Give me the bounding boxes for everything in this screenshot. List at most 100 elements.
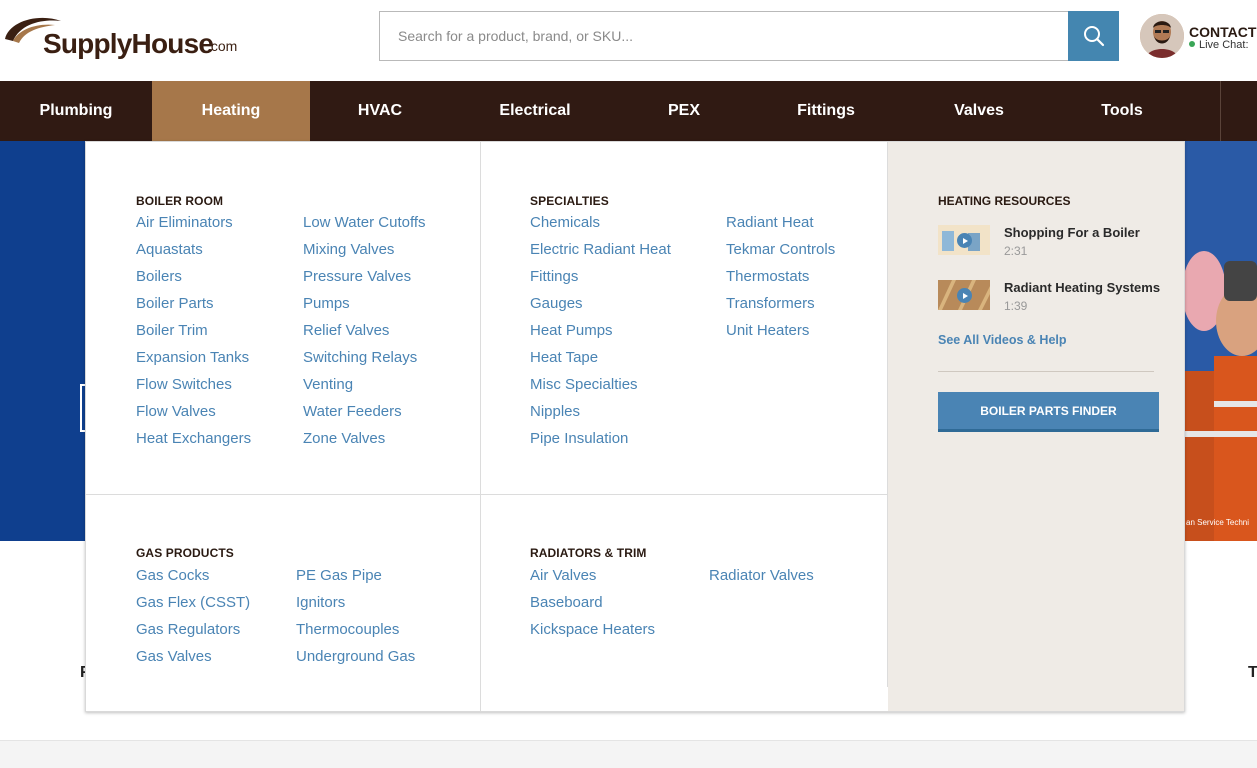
radiators-col-2: Radiator Valves — [709, 562, 814, 589]
menu-link[interactable]: Pressure Valves — [303, 263, 426, 290]
divider — [938, 371, 1154, 372]
nav-item-hvac[interactable]: HVAC — [310, 81, 450, 141]
gas-products-col-1: Gas Cocks Gas Flex (CSST) Gas Regulators… — [136, 562, 250, 670]
menu-link[interactable]: Heat Pumps — [530, 317, 671, 344]
nav-item-plumbing[interactable]: Plumbing — [0, 81, 152, 141]
gas-products-col-2: PE Gas Pipe Ignitors Thermocouples Under… — [296, 562, 415, 670]
menu-link[interactable]: Fittings — [530, 263, 671, 290]
nav-item-electrical[interactable]: Electrical — [450, 81, 620, 141]
menu-link[interactable]: Zone Valves — [303, 425, 426, 452]
contact-widget[interactable]: CONTACT & Live Chat: — [1140, 14, 1257, 60]
menu-link[interactable]: Expansion Tanks — [136, 344, 251, 371]
menu-link[interactable]: PE Gas Pipe — [296, 562, 415, 589]
nav-item-pex[interactable]: PEX — [620, 81, 748, 141]
menu-link[interactable]: Chemicals — [530, 209, 671, 236]
footer-strip — [0, 740, 1257, 768]
resources-title: HEATING RESOURCES — [938, 194, 1071, 208]
menu-link[interactable]: Venting — [303, 371, 426, 398]
menu-link[interactable]: Baseboard — [530, 589, 655, 616]
boiler-parts-finder-button[interactable]: BOILER PARTS FINDER — [938, 392, 1159, 432]
menu-link[interactable]: Kickspace Heaters — [530, 616, 655, 643]
logo-suffix: .com — [207, 38, 238, 54]
nav-item-fittings[interactable]: Fittings — [748, 81, 904, 141]
hero-caption: an Service Techni — [1186, 518, 1249, 527]
menu-link[interactable]: Relief Valves — [303, 317, 426, 344]
nav-item-heating[interactable]: Heating — [152, 81, 310, 141]
heating-resources-panel: HEATING RESOURCES Shopping For a Boiler … — [888, 142, 1184, 711]
specialties-col-1: Chemicals Electric Radiant Heat Fittings… — [530, 209, 671, 452]
boiler-room-col-1: Air Eliminators Aquastats Boilers Boiler… — [136, 209, 251, 452]
menu-link[interactable]: Boiler Trim — [136, 317, 251, 344]
avatar — [1140, 14, 1184, 58]
search-input[interactable] — [380, 12, 1069, 60]
menu-link[interactable]: Aquastats — [136, 236, 251, 263]
menu-link[interactable]: Gauges — [530, 290, 671, 317]
menu-link[interactable]: Flow Switches — [136, 371, 251, 398]
video-shopping-for-a-boiler[interactable]: Shopping For a Boiler 2:31 — [938, 225, 1168, 265]
menu-link[interactable]: Switching Relays — [303, 344, 426, 371]
heating-mega-menu: HEATING RESOURCES Shopping For a Boiler … — [85, 141, 1185, 712]
search-bar — [379, 11, 1119, 61]
category-label-fragment: T — [1248, 664, 1257, 681]
menu-link[interactable]: Thermocouples — [296, 616, 415, 643]
menu-link[interactable]: Misc Specialties — [530, 371, 671, 398]
hero-photo — [1182, 141, 1257, 541]
nav-item-valves[interactable]: Valves — [904, 81, 1054, 141]
logo[interactable]: SupplyHouse .com — [3, 13, 243, 63]
divider — [86, 494, 888, 495]
menu-link[interactable]: Thermostats — [726, 263, 835, 290]
menu-link[interactable]: Ignitors — [296, 589, 415, 616]
menu-link[interactable]: Flow Valves — [136, 398, 251, 425]
specialties-col-2: Radiant Heat Tekmar Controls Thermostats… — [726, 209, 835, 344]
menu-link[interactable]: Mixing Valves — [303, 236, 426, 263]
menu-link[interactable]: Boilers — [136, 263, 251, 290]
play-icon — [957, 288, 972, 303]
section-title-radiators-trim: RADIATORS & TRIM — [530, 546, 647, 560]
menu-link[interactable]: Low Water Cutoffs — [303, 209, 426, 236]
menu-link[interactable]: Nipples — [530, 398, 671, 425]
video-radiant-heating-systems[interactable]: Radiant Heating Systems 1:39 — [938, 280, 1168, 320]
live-chat-status: Live Chat: — [1189, 39, 1249, 51]
menu-link[interactable]: Gas Cocks — [136, 562, 250, 589]
menu-link[interactable]: Gas Valves — [136, 643, 250, 670]
nav-item-tools[interactable]: Tools — [1054, 81, 1190, 141]
online-dot-icon — [1189, 41, 1195, 48]
play-icon — [957, 233, 972, 248]
radiators-col-1: Air Valves Baseboard Kickspace Heaters — [530, 562, 655, 643]
technician-photo — [1182, 141, 1257, 541]
menu-link[interactable]: Tekmar Controls — [726, 236, 835, 263]
video-title: Radiant Heating Systems — [1004, 280, 1161, 295]
menu-link[interactable]: Transformers — [726, 290, 835, 317]
video-title: Shopping For a Boiler — [1004, 225, 1140, 240]
menu-link[interactable]: Boiler Parts — [136, 290, 251, 317]
video-duration: 2:31 — [1004, 244, 1028, 258]
menu-link[interactable]: Water Feeders — [303, 398, 426, 425]
menu-link[interactable]: Underground Gas — [296, 643, 415, 670]
menu-link[interactable]: Pipe Insulation — [530, 425, 671, 452]
menu-link[interactable]: Radiator Valves — [709, 562, 814, 589]
section-title-specialties: SPECIALTIES — [530, 194, 609, 208]
menu-link[interactable]: Air Valves — [530, 562, 655, 589]
logo-text: SupplyHouse — [43, 28, 214, 59]
menu-link[interactable]: Heat Exchangers — [136, 425, 251, 452]
see-all-videos-link[interactable]: See All Videos & Help — [938, 333, 1067, 347]
search-icon — [1083, 26, 1104, 47]
menu-link[interactable]: Gas Flex (CSST) — [136, 589, 250, 616]
section-title-gas-products: GAS PRODUCTS — [136, 546, 234, 560]
main-nav: Plumbing Heating HVAC Electrical PEX Fit… — [0, 81, 1257, 141]
menu-link[interactable]: Pumps — [303, 290, 426, 317]
menu-link[interactable]: Electric Radiant Heat — [530, 236, 671, 263]
nav-divider — [1220, 81, 1221, 141]
divider — [480, 142, 481, 711]
menu-link[interactable]: Air Eliminators — [136, 209, 251, 236]
video-thumbnail — [938, 280, 990, 310]
search-button[interactable] — [1068, 11, 1119, 61]
boiler-room-col-2: Low Water Cutoffs Mixing Valves Pressure… — [303, 209, 426, 452]
video-thumbnail — [938, 225, 990, 255]
divider — [887, 142, 888, 687]
site-header: SupplyHouse .com CONTACT & Live Chat: — [0, 0, 1257, 81]
menu-link[interactable]: Gas Regulators — [136, 616, 250, 643]
menu-link[interactable]: Unit Heaters — [726, 317, 835, 344]
menu-link[interactable]: Radiant Heat — [726, 209, 835, 236]
menu-link[interactable]: Heat Tape — [530, 344, 671, 371]
